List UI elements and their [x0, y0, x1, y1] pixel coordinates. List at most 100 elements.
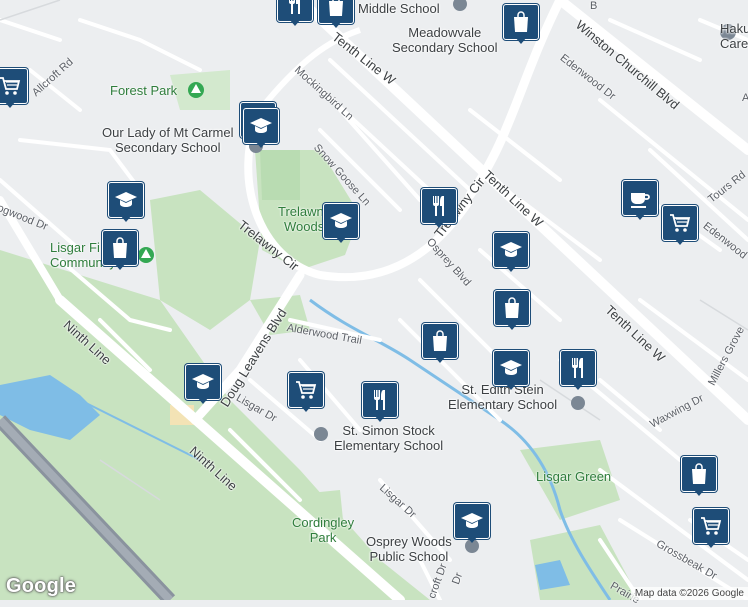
marker-box [681, 456, 717, 492]
marker-pointer [255, 141, 267, 148]
marker-pointer [634, 213, 646, 220]
marker-pointer [505, 383, 517, 390]
poi-label-line: St. Simon Stock [342, 423, 435, 438]
graduation-cap-icon [114, 188, 138, 212]
poi-label-line: Osprey Woods [366, 534, 452, 549]
poi-label-line: Secondary School [392, 39, 498, 55]
graduation-cap-icon [329, 209, 353, 233]
poi-label-line: Elementary School [448, 396, 558, 412]
marker-box [185, 364, 221, 400]
marker-pointer [433, 221, 445, 228]
google-logo: Google [6, 575, 77, 597]
marker-box [323, 203, 359, 239]
school-marker[interactable] [108, 182, 144, 222]
marker-pointer [572, 383, 584, 390]
marker-box [421, 188, 457, 224]
marker-pointer [300, 405, 312, 412]
marker-box [243, 108, 279, 144]
marker-pointer [466, 536, 478, 543]
shopping-bag-marker[interactable] [503, 4, 539, 44]
grocery-cart-marker[interactable] [288, 372, 324, 412]
grocery-cart-marker[interactable] [693, 508, 729, 548]
restaurant-marker[interactable] [362, 382, 398, 422]
school-marker[interactable] [323, 203, 359, 243]
marker-pointer [374, 415, 386, 422]
marker-pointer [289, 19, 301, 26]
shopping-bag-icon [509, 10, 533, 34]
marker-pointer [505, 265, 517, 272]
park-label-forest-park[interactable]: Forest Park [110, 83, 177, 99]
marker-box [693, 508, 729, 544]
poi-label-hakuna-care[interactable]: Haku Care [720, 21, 748, 52]
shopping-bag-icon [500, 296, 524, 320]
shopping-cart-icon [699, 514, 723, 538]
marker-box [108, 182, 144, 218]
marker-box [622, 180, 658, 216]
marker-box [503, 4, 539, 40]
marker-pointer [4, 101, 16, 108]
shopping-bag-marker[interactable] [102, 230, 138, 270]
shopping-bag-marker[interactable] [681, 456, 717, 496]
marker-box [493, 350, 529, 386]
grocery-cart-marker[interactable] [662, 205, 698, 245]
cafe-marker[interactable] [622, 180, 658, 220]
poi-label-line: Secondary School [114, 139, 221, 155]
shopping-bag-marker[interactable] [494, 290, 530, 330]
marker-pointer [515, 37, 527, 44]
marker-pointer [434, 356, 446, 363]
poi-label-osprey-woods[interactable]: Osprey Woods Public School [366, 534, 452, 565]
graduation-cap-icon [460, 509, 484, 533]
road-label-corner-a: A [742, 92, 748, 104]
graduation-cap-icon [499, 356, 523, 380]
shopping-cart-icon [668, 211, 692, 235]
shopping-bag-marker[interactable] [422, 323, 458, 363]
fork-knife-icon [283, 0, 307, 16]
marker-box [493, 232, 529, 268]
poi-label-line: Haku [720, 21, 748, 36]
shopping-bag-icon [108, 236, 132, 260]
poi-label-line: Our Lady of Mt Carmel [102, 125, 234, 140]
poi-label-line: Meadowvale [408, 25, 482, 40]
shopping-bag-icon [324, 0, 348, 18]
fork-knife-icon [368, 388, 392, 412]
marker-box [494, 290, 530, 326]
park-label-line: Park [309, 529, 337, 545]
school-marker[interactable] [185, 364, 221, 404]
graduation-cap-icon [499, 238, 523, 262]
poi-label-st-simon-stock[interactable]: St. Simon Stock Elementary School [334, 423, 444, 454]
school-marker[interactable] [493, 232, 529, 272]
poi-label-our-lady-of-mt-carmel[interactable]: Our Lady of Mt Carmel Secondary School [102, 125, 234, 156]
restaurant-marker[interactable] [421, 188, 457, 228]
fork-knife-icon [566, 356, 590, 380]
marker-pointer [335, 236, 347, 243]
marker-pointer [330, 21, 342, 28]
grocery-cart-marker[interactable] [0, 68, 28, 108]
park-label-cordingley-park[interactable]: Cordingley Park [292, 515, 355, 546]
marker-pointer [114, 263, 126, 270]
school-marker[interactable] [243, 108, 279, 148]
marker-pointer [693, 489, 705, 496]
marker-box [362, 382, 398, 418]
poi-label-middle-school[interactable]: Middle School [358, 1, 440, 17]
marker-pointer [705, 541, 717, 548]
poi-label-line: Elementary School [334, 437, 444, 453]
park-label-lisgar-green[interactable]: Lisgar Green [536, 469, 611, 485]
marker-box [102, 230, 138, 266]
marker-box [0, 68, 28, 104]
coffee-cup-icon [628, 186, 652, 210]
shopping-bag-icon [428, 329, 452, 353]
marker-box [288, 372, 324, 408]
park-label-line: Cordingley [292, 515, 355, 530]
map-attribution[interactable]: Map data ©2026 Google [630, 587, 748, 600]
shopping-cart-icon [0, 74, 22, 98]
restaurant-marker[interactable] [277, 0, 313, 26]
school-marker[interactable] [454, 503, 490, 543]
marker-pointer [197, 397, 209, 404]
graduation-cap-icon [249, 114, 273, 138]
shopping-bag-icon [687, 462, 711, 486]
school-marker[interactable] [493, 350, 529, 390]
poi-label-line: Public School [369, 548, 449, 564]
shopping-bag-marker[interactable] [318, 0, 354, 28]
restaurant-marker[interactable] [560, 350, 596, 390]
poi-label-meadowvale-secondary-school[interactable]: Meadowvale Secondary School [392, 25, 498, 56]
